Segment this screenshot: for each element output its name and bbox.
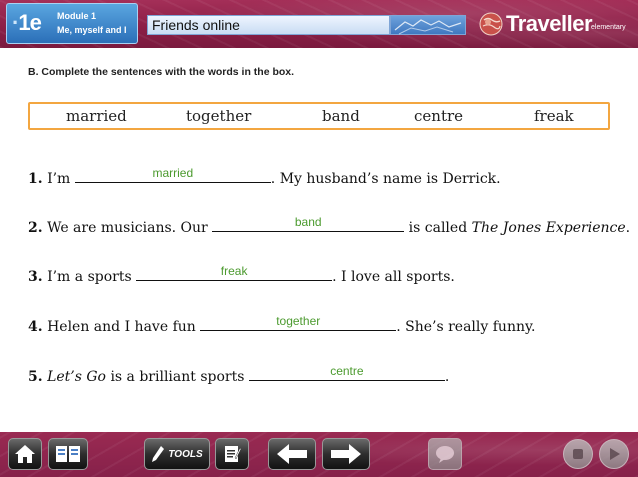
answer-text: married: [152, 166, 194, 180]
sentence-3: 3. I’m a sports freak . I love all sports…: [28, 264, 455, 285]
sentence-text-italic: Let’s Go: [47, 369, 106, 385]
sentence-number: 5.: [28, 369, 43, 385]
notes-button[interactable]: [215, 438, 249, 470]
book-button[interactable]: [48, 438, 88, 470]
sentence-number: 2.: [28, 220, 43, 236]
sentence-text: .: [444, 369, 450, 385]
lesson-badge: ·1e Module 1 Me, myself and I: [6, 3, 138, 44]
word-box-item: centre: [414, 107, 464, 125]
tools-label: TOOLS: [168, 448, 203, 460]
sentence-number: 3.: [28, 269, 43, 285]
previous-button[interactable]: [268, 438, 316, 470]
brand-level: elementary: [591, 24, 626, 31]
sentence-text: I’m: [47, 171, 71, 187]
speech-bubble-icon: [436, 446, 454, 463]
sentence-text: .: [625, 220, 631, 236]
sentence-text: is called: [408, 220, 468, 236]
sentence-4: 4. Helen and I have fun together . She’s …: [28, 314, 536, 335]
chat-button[interactable]: [428, 438, 462, 470]
sentence-text: . I love all sports.: [332, 269, 455, 285]
answer-blank-4[interactable]: together: [200, 314, 397, 331]
answer-text: together: [276, 314, 321, 328]
exercise-panel: B. Complete the sentences with the words…: [8, 48, 630, 432]
answer-blank-3[interactable]: freak: [136, 264, 333, 281]
module-title: Me, myself and I: [57, 25, 127, 35]
answer-text: band: [294, 215, 322, 229]
home-button[interactable]: [8, 438, 42, 470]
sentence-1: 1. I’m married . My husband’s name is Der…: [28, 166, 501, 187]
sentence-number: 1.: [28, 171, 43, 187]
sentence-text: Helen and I have fun: [47, 319, 196, 335]
sentence-text-italic: The Jones Experience: [471, 220, 626, 236]
sentence-text: . She’s really funny.: [396, 319, 536, 335]
sentence-text: We are musicians. Our: [47, 220, 208, 236]
notepad-icon: [225, 446, 242, 462]
module-label: Module 1: [57, 11, 97, 21]
word-box-item: together: [186, 107, 252, 125]
globe-icon: [478, 11, 504, 37]
lesson-number: ·1e: [12, 10, 42, 35]
exercise-instruction: B. Complete the sentences with the words…: [28, 66, 295, 78]
word-box-item: married: [66, 107, 127, 125]
tools-button[interactable]: TOOLS: [144, 438, 210, 470]
home-icon: [15, 445, 35, 463]
header-bar: ·1e Module 1 Me, myself and I Friends on…: [0, 0, 638, 48]
sentence-text: is a brilliant sports: [110, 369, 245, 385]
answer-blank-1[interactable]: married: [74, 166, 271, 183]
stop-button[interactable]: [563, 439, 593, 469]
sentence-text: . My husband’s name is Derrick.: [270, 171, 501, 187]
answer-text: centre: [330, 364, 364, 378]
answer-blank-2[interactable]: band: [212, 215, 405, 232]
word-box-item: band: [322, 107, 360, 125]
answer-blank-5[interactable]: centre: [248, 364, 445, 381]
sentence-number: 4.: [28, 319, 43, 335]
next-button[interactable]: [322, 438, 370, 470]
lesson-title: Friends online: [147, 15, 390, 35]
word-box-item: freak: [534, 107, 574, 125]
map-strip-image: [390, 15, 466, 35]
word-box: married together band centre freak: [28, 102, 610, 130]
footer-map-background: [0, 432, 638, 477]
sentence-text: I’m a sports: [47, 269, 132, 285]
pencil-icon: [152, 446, 165, 462]
footer-toolbar: TOOLS: [0, 432, 638, 477]
sentence-5: 5. Let’s Go is a brilliant sports centre…: [28, 364, 450, 385]
play-button[interactable]: [599, 439, 629, 469]
play-icon: [610, 448, 620, 460]
book-icon: [56, 446, 80, 462]
arrow-right-icon: [331, 444, 361, 464]
answer-text: freak: [220, 264, 248, 278]
brand-name: Traveller: [506, 11, 593, 36]
arrow-left-icon: [277, 444, 307, 464]
stop-icon: [573, 449, 583, 459]
sentence-2: 2. We are musicians. Our band is called …: [28, 215, 631, 236]
